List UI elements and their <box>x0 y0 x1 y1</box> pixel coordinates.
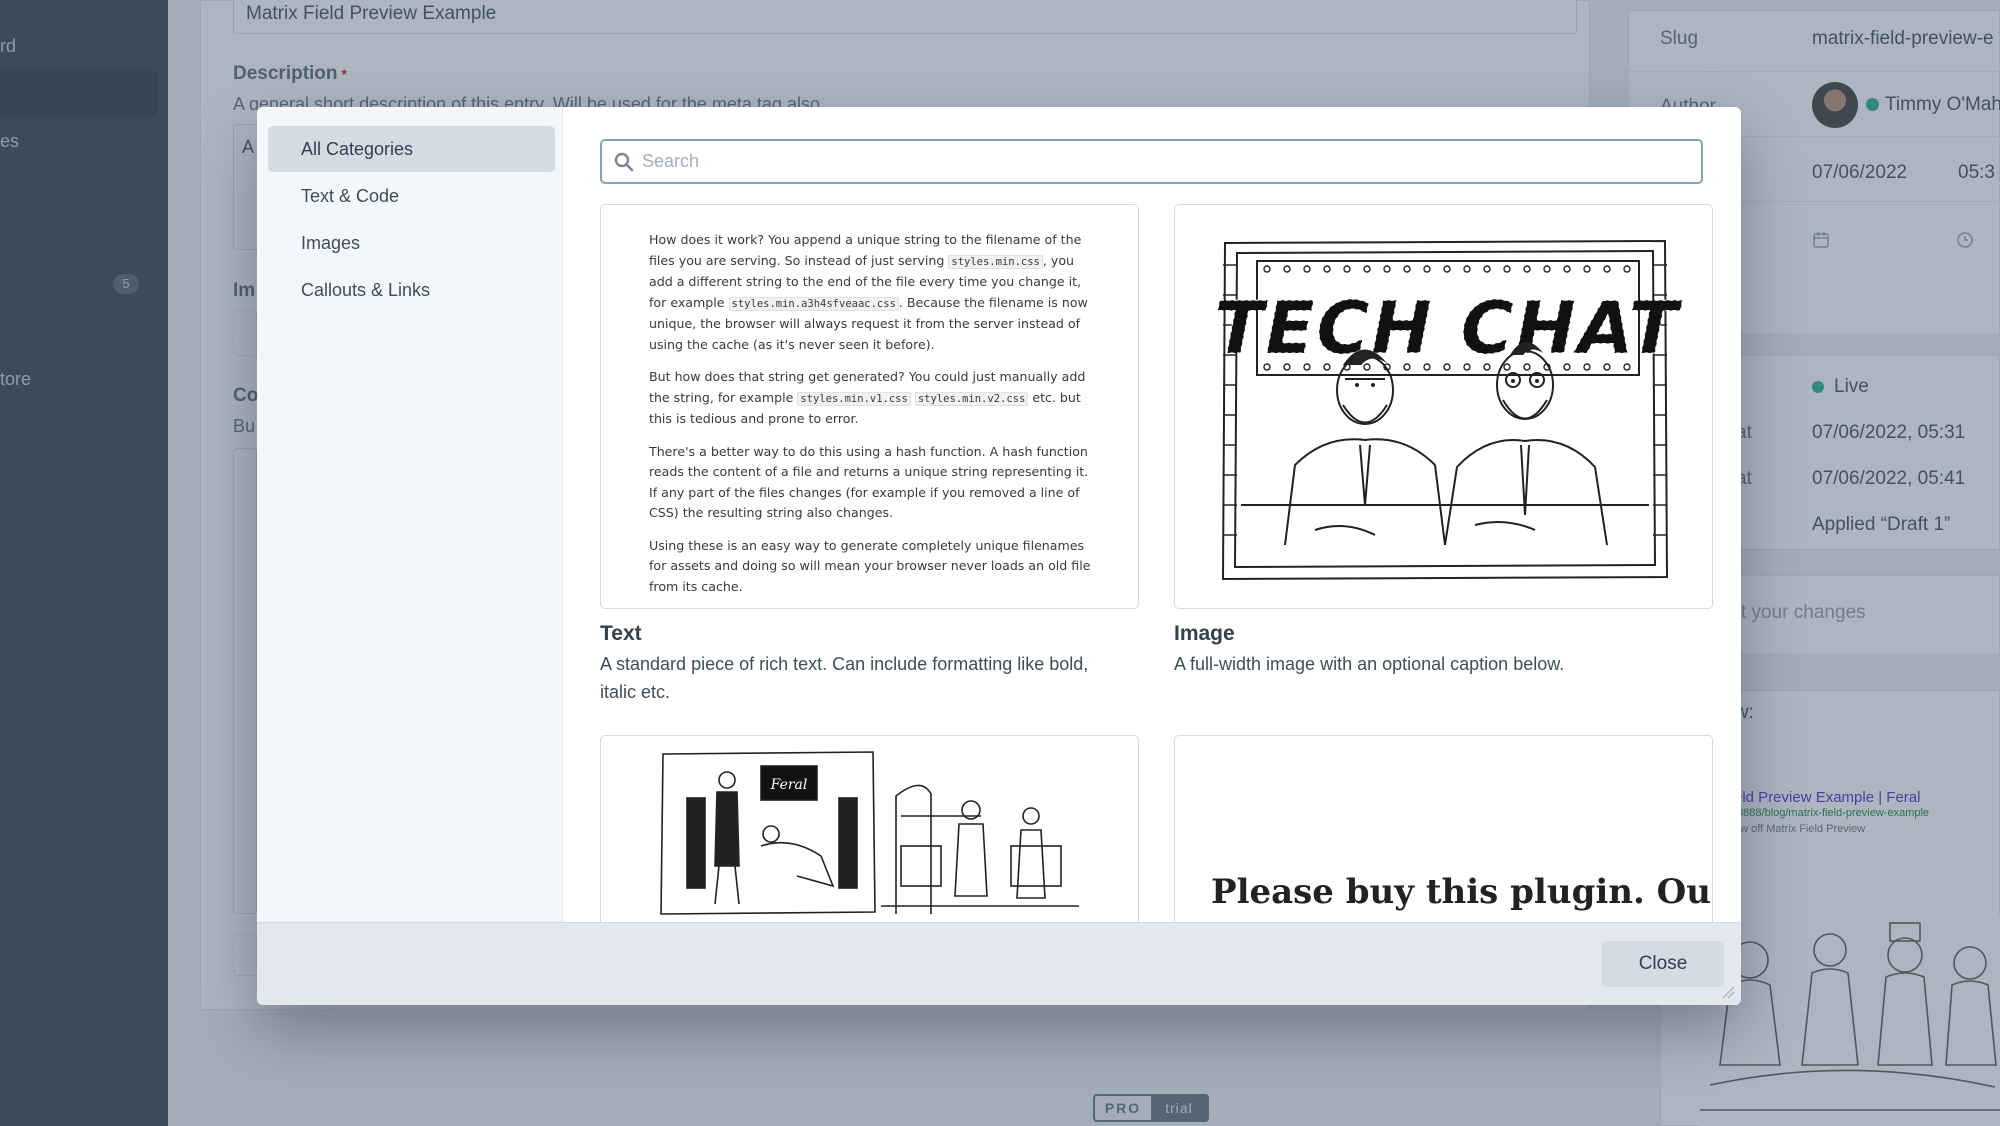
modal-footer: Close <box>257 922 1741 1005</box>
search-icon <box>614 152 634 172</box>
block-description: A full-width image with an optional capt… <box>1174 654 1565 674</box>
block-title: Image <box>1174 622 1235 645</box>
search-input[interactable] <box>642 141 1692 182</box>
block-preview-image: TECH CHAT <box>1174 204 1713 609</box>
search-box[interactable] <box>600 139 1703 184</box>
tech-chat-sign: TECH CHAT <box>1214 286 1682 370</box>
block-preview-callout: Please buy this plugin. Our <box>1174 735 1713 922</box>
block-preview-text: How does it work? You append a unique st… <box>600 204 1139 609</box>
block-preview-gallery: Feral <box>600 735 1139 922</box>
close-button[interactable]: Close <box>1602 941 1724 987</box>
block-picker-modal: All Categories Text & Code Images Callou… <box>257 107 1741 1005</box>
tech-chat-illustration: TECH CHAT <box>1214 239 1682 581</box>
block-list: How does it work? You append a unique st… <box>563 107 1741 922</box>
block-title: Text <box>600 622 642 645</box>
category-all[interactable]: All Categories <box>268 126 555 172</box>
block-description: A standard piece of rich text. Can inclu… <box>600 654 1089 702</box>
resize-handle-icon[interactable] <box>1719 983 1735 999</box>
callout-preview-text: Please buy this plugin. Our <box>1211 872 1713 912</box>
category-images[interactable]: Images <box>268 220 555 266</box>
feral-sign: Feral <box>770 777 808 793</box>
category-callouts-links[interactable]: Callouts & Links <box>268 267 555 313</box>
rich-text-preview: How does it work? You append a unique st… <box>649 232 1091 594</box>
gallery-illustration: Feral <box>660 751 1079 915</box>
category-sidebar: All Categories Text & Code Images Callou… <box>257 107 563 922</box>
category-text-code[interactable]: Text & Code <box>268 173 555 219</box>
